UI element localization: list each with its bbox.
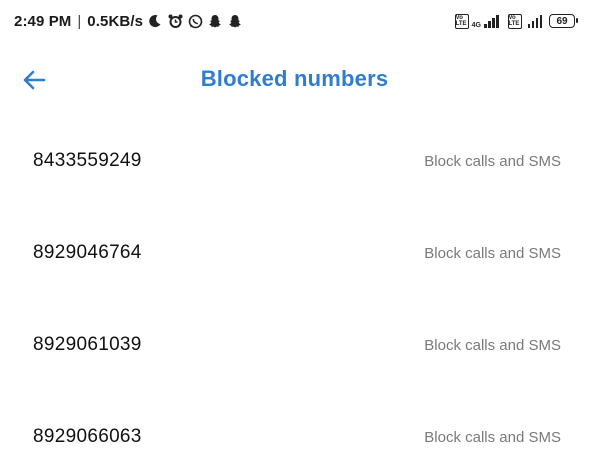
blocked-number: 8433559249 bbox=[33, 150, 142, 171]
blocked-numbers-list: 8433559249 Block calls and SMS 892904676… bbox=[0, 116, 589, 475]
blocked-number: 8929046764 bbox=[33, 242, 142, 263]
list-item[interactable]: 8929066063 Block calls and SMS bbox=[0, 392, 589, 475]
volte-sim2-icon: Vo LTE bbox=[507, 13, 522, 29]
status-bar: 2:49 PM | 0.5KB/s Vo LTE 4G Vo LTE 69 bbox=[0, 0, 589, 42]
volte-sim1-icon: Vo LTE bbox=[454, 13, 469, 29]
snapchat-icon bbox=[207, 13, 223, 29]
list-item[interactable]: 8433559249 Block calls and SMS bbox=[0, 116, 589, 208]
whatsapp-icon bbox=[187, 13, 203, 29]
page-title: Blocked numbers bbox=[200, 66, 389, 91]
block-mode-label: Block calls and SMS bbox=[424, 337, 561, 354]
signal-sim1-icon bbox=[484, 14, 499, 28]
list-item[interactable]: 8929046764 Block calls and SMS bbox=[0, 208, 589, 300]
network-type-4g: 4G bbox=[471, 21, 481, 29]
network-speed: 0.5KB/s bbox=[87, 12, 144, 30]
app-header: Blocked numbers bbox=[0, 50, 589, 110]
signal-sim2-icon bbox=[527, 14, 542, 28]
status-time: 2:49 PM bbox=[14, 12, 72, 30]
blocked-numbers-screen: 2:49 PM | 0.5KB/s Vo LTE 4G Vo LTE 69 Bl… bbox=[0, 0, 589, 475]
snapchat-icon bbox=[227, 13, 243, 29]
list-item[interactable]: 8929061039 Block calls and SMS bbox=[0, 300, 589, 392]
block-mode-label: Block calls and SMS bbox=[424, 429, 561, 446]
blocked-number: 8929066063 bbox=[33, 426, 142, 447]
blocked-number: 8929061039 bbox=[33, 334, 142, 355]
status-separator: | bbox=[77, 12, 82, 30]
moon-icon bbox=[147, 13, 163, 29]
status-bar-right: Vo LTE 4G Vo LTE 69 bbox=[454, 13, 578, 29]
alarm-icon bbox=[167, 13, 183, 29]
block-mode-label: Block calls and SMS bbox=[424, 245, 561, 262]
block-mode-label: Block calls and SMS bbox=[424, 153, 561, 170]
battery-icon: 69 bbox=[549, 14, 578, 28]
status-bar-left: 2:49 PM | 0.5KB/s bbox=[14, 13, 243, 30]
